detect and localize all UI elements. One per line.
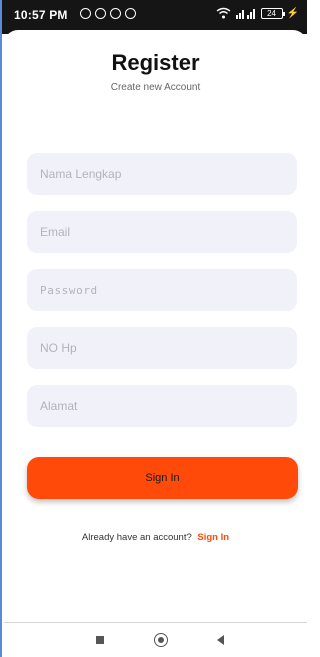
status-time: 10:57 PM (14, 8, 68, 22)
email-field[interactable] (27, 211, 297, 253)
address-field[interactable] (27, 385, 297, 427)
home-button[interactable] (154, 633, 168, 647)
phone-field[interactable] (27, 327, 297, 369)
battery-level: 24 (267, 8, 276, 18)
charging-icon: ⚡ (286, 7, 299, 19)
navigation-bar (4, 622, 307, 657)
sync-icon (110, 8, 121, 19)
battery-icon: 24 (260, 7, 285, 19)
full-name-field[interactable] (27, 153, 297, 195)
sign-in-button[interactable]: Sign In (27, 457, 298, 499)
footer-text: Already have an account? (81, 532, 192, 543)
notification-icons (80, 8, 136, 19)
status-right-icons: 24 ⚡ (216, 7, 299, 19)
alarm-icon (80, 8, 91, 19)
page-subtitle: Create new Account (110, 82, 201, 93)
footer: Already have an account? Sign In (4, 532, 307, 543)
shield-icon (95, 8, 106, 19)
recent-apps-button[interactable] (96, 636, 104, 644)
sign-in-link[interactable]: Sign In (197, 532, 229, 543)
page-title: Register (111, 50, 200, 75)
wifi-icon (216, 7, 230, 19)
back-button[interactable] (217, 635, 224, 645)
phone-frame: 10:57 PM 24 ⚡ Register Create new Accoun… (0, 0, 307, 657)
password-field[interactable] (27, 269, 297, 311)
location-icon (125, 8, 136, 19)
status-bar: 10:57 PM 24 ⚡ (2, 0, 307, 34)
signal-icon (235, 9, 255, 19)
register-screen: Register Create new Account Sign In Alre… (4, 30, 307, 620)
